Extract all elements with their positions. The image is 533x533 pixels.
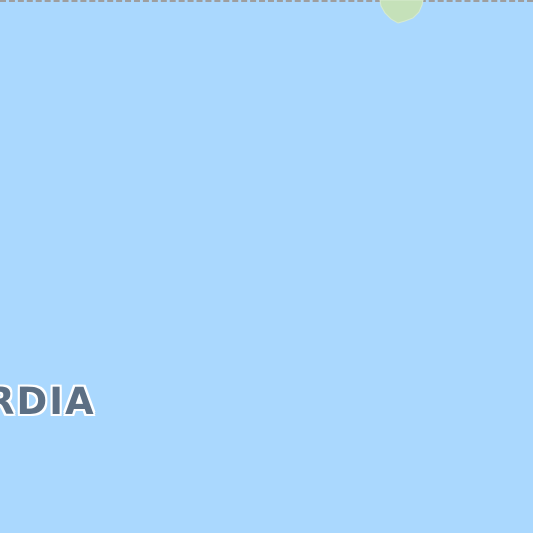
island-landmass (379, 0, 424, 24)
region-label: RDIA (0, 380, 96, 423)
map-tile[interactable]: RDIA (0, 0, 533, 533)
